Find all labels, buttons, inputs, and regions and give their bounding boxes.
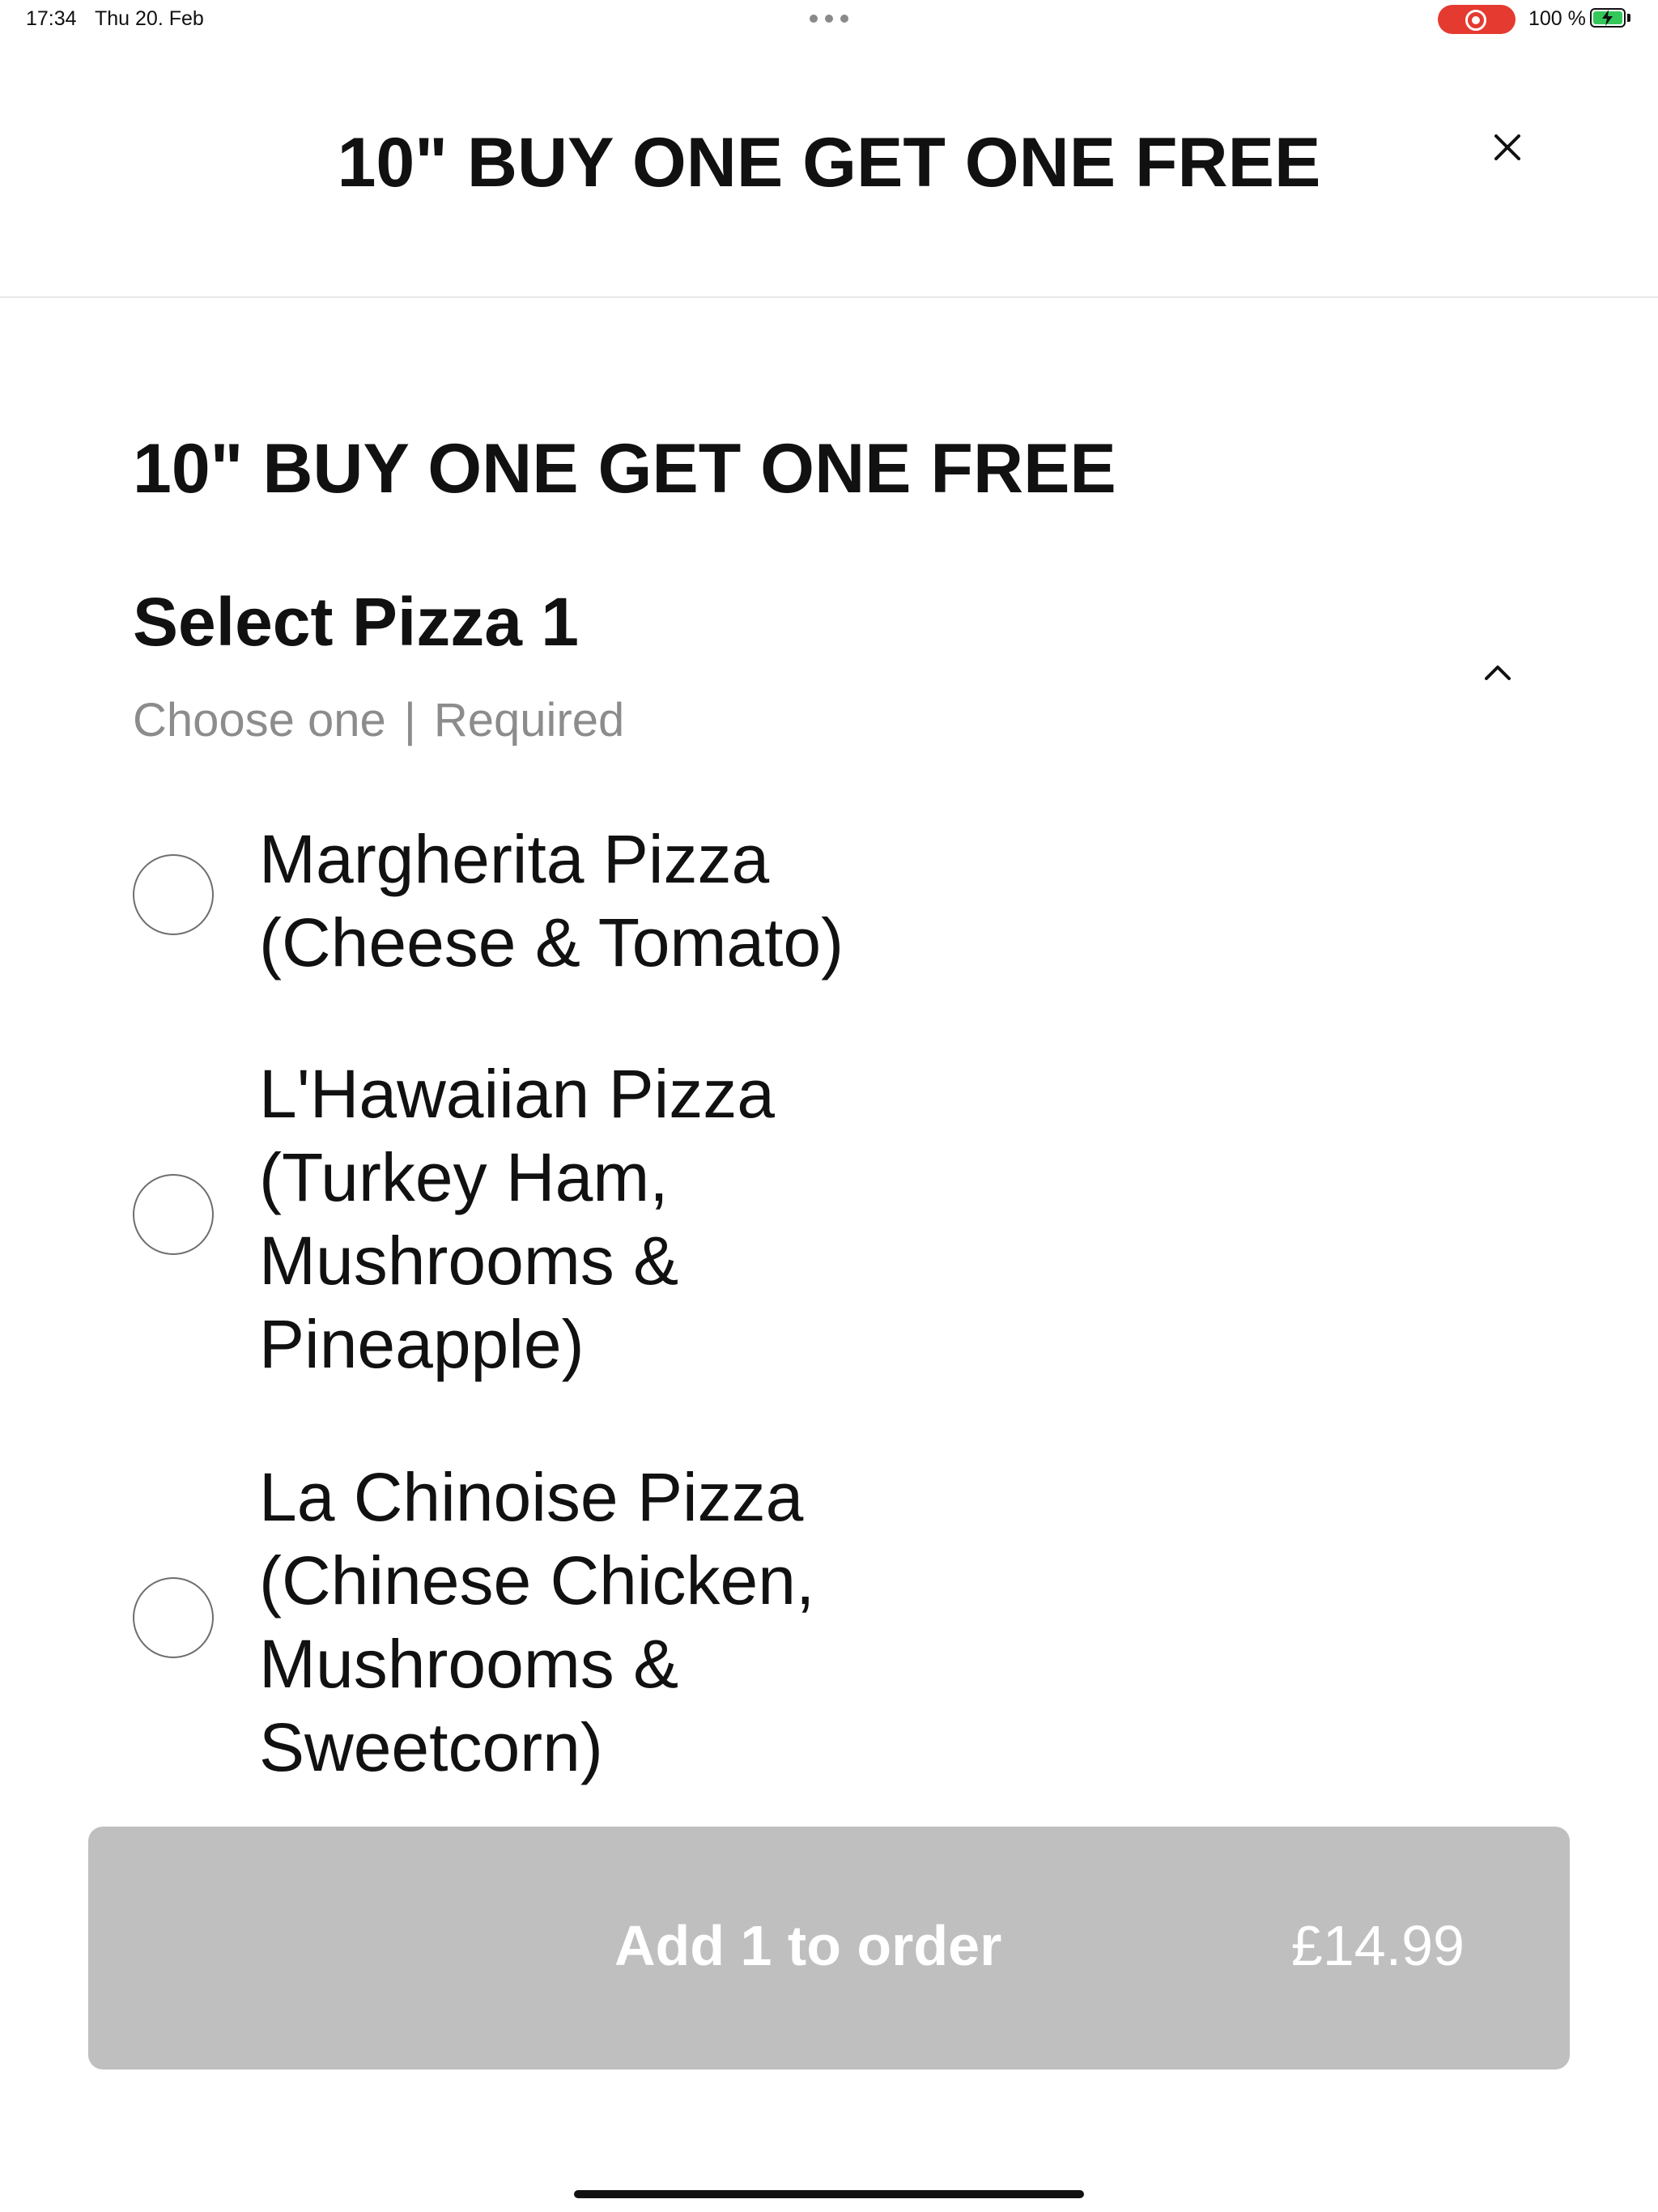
order-price: £14.99 bbox=[1290, 1914, 1465, 1977]
home-indicator[interactable] bbox=[574, 2190, 1084, 2198]
group-requirements: Choose one | Required bbox=[133, 693, 624, 747]
option-label: L'Hawaiian Pizza (Turkey Ham, Mushrooms … bbox=[259, 1056, 776, 1382]
pizza-option-chinoise[interactable]: La Chinoise Pizza (Chinese Chicken, Mush… bbox=[133, 1456, 1509, 1796]
option-label: La Chinoise Pizza (Chinese Chicken, Mush… bbox=[259, 1459, 815, 1785]
required-label: Required bbox=[433, 694, 625, 747]
header-title: 10" BUY ONE GET ONE FREE bbox=[337, 124, 1321, 202]
separator: | bbox=[403, 694, 416, 747]
radio-button[interactable] bbox=[133, 1577, 214, 1658]
status-bar: 17:34 Thu 20. Feb 100 % bbox=[0, 0, 1658, 39]
radio-button[interactable] bbox=[133, 1174, 214, 1255]
collapse-group-button[interactable] bbox=[1480, 656, 1516, 691]
choose-one-label: Choose one bbox=[133, 694, 386, 747]
group-title: Select Pizza 1 bbox=[133, 584, 579, 660]
pizza-option-hawaiian[interactable]: L'Hawaiian Pizza (Turkey Ham, Mushrooms … bbox=[133, 1053, 1509, 1393]
add-to-order-label: Add 1 to order bbox=[614, 1914, 1002, 1977]
option-label: Margherita Pizza (Cheese & Tomato) bbox=[259, 821, 844, 981]
section-title: 10" BUY ONE GET ONE FREE bbox=[133, 430, 1116, 508]
chevron-up-icon[interactable] bbox=[1480, 656, 1516, 691]
radio-button[interactable] bbox=[133, 854, 214, 935]
close-button[interactable] bbox=[1490, 130, 1525, 165]
close-icon[interactable] bbox=[1490, 130, 1525, 165]
battery-icon bbox=[1590, 8, 1626, 28]
pizza-option-margherita[interactable]: Margherita Pizza (Cheese & Tomato) bbox=[133, 818, 1509, 988]
add-to-order-button[interactable]: Add 1 to order £14.99 bbox=[88, 1827, 1570, 2069]
status-time: 17:34 bbox=[26, 7, 77, 30]
screen-recording-icon[interactable] bbox=[1438, 5, 1516, 34]
battery-cap bbox=[1627, 14, 1630, 22]
status-date: Thu 20. Feb bbox=[95, 7, 204, 30]
multitasking-dots-icon[interactable] bbox=[810, 15, 848, 23]
battery-percentage: 100 % bbox=[1528, 7, 1586, 30]
header-divider bbox=[0, 296, 1658, 298]
